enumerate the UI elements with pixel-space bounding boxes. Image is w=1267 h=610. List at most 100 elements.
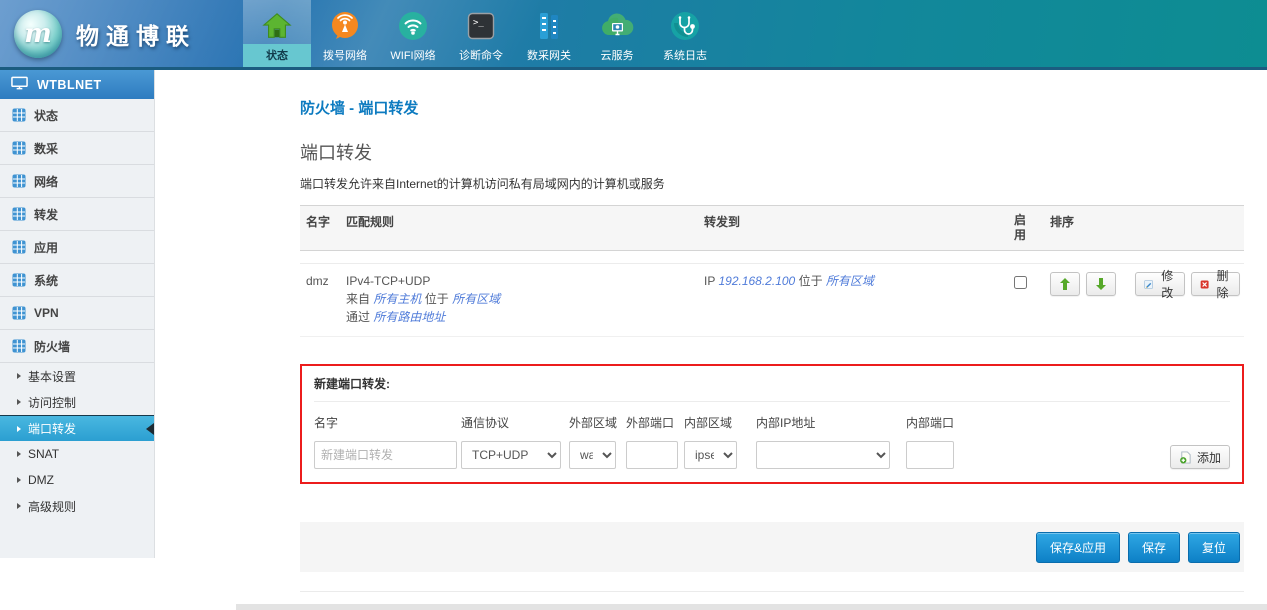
footer-actions-bar: 保存&应用 保存 复位 — [300, 522, 1244, 572]
sidebar-subitem-snat[interactable]: SNAT — [0, 441, 154, 467]
row-fwd-zone-link[interactable]: 所有区域 — [826, 274, 874, 288]
int-zone-select[interactable]: ipsec — [684, 441, 737, 469]
row-host-link[interactable]: 所有主机 — [373, 292, 421, 306]
section-title: 端口转发 — [300, 139, 1244, 165]
new-forward-form: 新建端口转发: 名字 通信协议 外部区域 外部端口 内部区域 内部IP地址 内部… — [300, 364, 1244, 484]
caret-right-icon — [17, 503, 21, 509]
sort-down-button[interactable] — [1086, 272, 1116, 296]
sidebar-item-network[interactable]: 网络 — [0, 165, 154, 198]
label-protocol: 通信协议 — [461, 414, 569, 431]
delete-button[interactable]: 删除 — [1191, 272, 1240, 296]
brand-logo: m 物通博联 — [0, 0, 243, 67]
section-description: 端口转发允许来自Internet的计算机访问私有局域网内的计算机或服务 — [300, 175, 1244, 192]
nav-tab-label: WIFI网络 — [379, 44, 447, 67]
svg-text:>_: >_ — [473, 18, 484, 28]
nav-tab-wifi[interactable]: WIFI网络 — [379, 0, 447, 67]
nav-tab-label: 拨号网络 — [311, 44, 379, 67]
row-match-via: 通过 — [346, 310, 370, 324]
sidebar-item-label: 系统 — [34, 272, 58, 289]
row-fwd-at: 位于 — [799, 274, 823, 288]
nav-tab-label: 诊断命令 — [447, 44, 515, 67]
nav-tab-dialup[interactable]: 拨号网络 — [311, 0, 379, 67]
nav-tab-gateway[interactable]: 数采网关 — [515, 0, 583, 67]
sidebar-subitem-label: SNAT — [28, 447, 59, 461]
terminal-icon: >_ — [467, 7, 495, 44]
row-zone-link[interactable]: 所有区域 — [452, 292, 500, 306]
caret-right-icon — [17, 426, 21, 432]
gateway-icon — [534, 7, 564, 44]
row-match-proto: IPv4-TCP+UDP — [346, 272, 704, 290]
grid-icon — [12, 108, 26, 122]
app-header: m 物通博联 状态 拨号网络 WIFI网络 — [0, 0, 1267, 70]
int-port-input[interactable] — [906, 441, 954, 469]
row-name: dmz — [306, 272, 346, 326]
delete-button-label: 删除 — [1214, 267, 1231, 301]
sidebar-subitem-port-forward[interactable]: 端口转发 — [0, 415, 154, 441]
sidebar-item-vpn[interactable]: VPN — [0, 297, 154, 330]
home-icon — [262, 7, 292, 44]
row-match-at: 位于 — [425, 292, 449, 306]
forward-table-header: 名字 匹配规则 转发到 启用 排序 — [300, 205, 1244, 251]
sidebar-item-label: 应用 — [34, 239, 58, 256]
edit-button[interactable]: 修改 — [1135, 272, 1184, 296]
sidebar-subitem-label: 高级规则 — [28, 498, 76, 515]
protocol-select[interactable]: TCP+UDP — [461, 441, 561, 469]
grid-icon — [12, 339, 26, 353]
add-page-icon — [1179, 451, 1192, 464]
ext-port-input[interactable] — [626, 441, 678, 469]
nav-tab-cloud[interactable]: 云服务 — [583, 0, 651, 67]
label-int-ip: 内部IP地址 — [756, 414, 906, 431]
edit-button-label: 修改 — [1159, 267, 1176, 301]
sidebar-subitem-label: 端口转发 — [28, 420, 76, 437]
sidebar-item-label: 网络 — [34, 173, 58, 190]
sidebar-subitem-dmz[interactable]: DMZ — [0, 467, 154, 493]
row-forward-to: IP 192.168.2.100 位于 所有区域 — [704, 272, 1014, 326]
monitor-icon — [11, 76, 28, 93]
row-route-link[interactable]: 所有路由地址 — [373, 310, 445, 324]
nav-tab-diagnostics[interactable]: >_ 诊断命令 — [447, 0, 515, 67]
sidebar-item-apps[interactable]: 应用 — [0, 231, 154, 264]
sidebar-item-data-collect[interactable]: 数采 — [0, 132, 154, 165]
nav-tab-syslog[interactable]: 系统日志 — [651, 0, 719, 67]
delete-x-icon — [1200, 278, 1209, 291]
label-int-zone: 内部区域 — [684, 414, 756, 431]
divider — [300, 591, 1244, 592]
nav-tab-status[interactable]: 状态 — [243, 0, 311, 67]
sidebar-item-status[interactable]: 状态 — [0, 99, 154, 132]
col-header-match: 匹配规则 — [346, 213, 704, 230]
nav-tab-label: 云服务 — [583, 44, 651, 67]
row-ip-link[interactable]: 192.168.2.100 — [718, 274, 795, 288]
row-match-from: 来自 — [346, 292, 370, 306]
device-name: WTBLNET — [37, 78, 102, 92]
grid-icon — [12, 306, 26, 320]
sidebar-item-label: 防火墙 — [34, 338, 70, 355]
sidebar-item-label: VPN — [34, 306, 59, 320]
ext-zone-select[interactable]: wan — [569, 441, 616, 469]
wifi-icon — [397, 7, 429, 44]
caret-right-icon — [17, 373, 21, 379]
cloud-icon — [600, 7, 634, 44]
add-button[interactable]: 添加 — [1170, 445, 1230, 469]
sidebar-subitem-basic-settings[interactable]: 基本设置 — [0, 363, 154, 389]
sidebar-subitem-access-control[interactable]: 访问控制 — [0, 389, 154, 415]
nav-tab-label: 数采网关 — [515, 44, 583, 67]
caret-right-icon — [17, 477, 21, 483]
logo-text: 物通博联 — [76, 17, 196, 51]
sidebar-subitem-label: 基本设置 — [28, 368, 76, 385]
sidebar-subitem-advanced-rules[interactable]: 高级规则 — [0, 493, 154, 519]
arrow-up-icon — [1060, 278, 1070, 290]
edit-pencil-icon — [1144, 278, 1153, 291]
sidebar-item-forward[interactable]: 转发 — [0, 198, 154, 231]
name-input[interactable] — [314, 441, 457, 469]
row-ip-label: IP — [704, 274, 715, 288]
main-content: 防火墙 - 端口转发 端口转发 端口转发允许来自Internet的计算机访问私有… — [155, 70, 1267, 558]
label-name: 名字 — [314, 414, 461, 431]
dialup-icon — [329, 7, 361, 44]
enable-checkbox[interactable] — [1014, 276, 1027, 289]
int-ip-select[interactable] — [756, 441, 890, 469]
sidebar-item-firewall[interactable]: 防火墙 — [0, 330, 154, 363]
page-title: 防火墙 - 端口转发 — [300, 97, 1244, 118]
sort-up-button[interactable] — [1050, 272, 1080, 296]
sidebar-item-system[interactable]: 系统 — [0, 264, 154, 297]
form-title: 新建端口转发: — [314, 375, 1230, 402]
